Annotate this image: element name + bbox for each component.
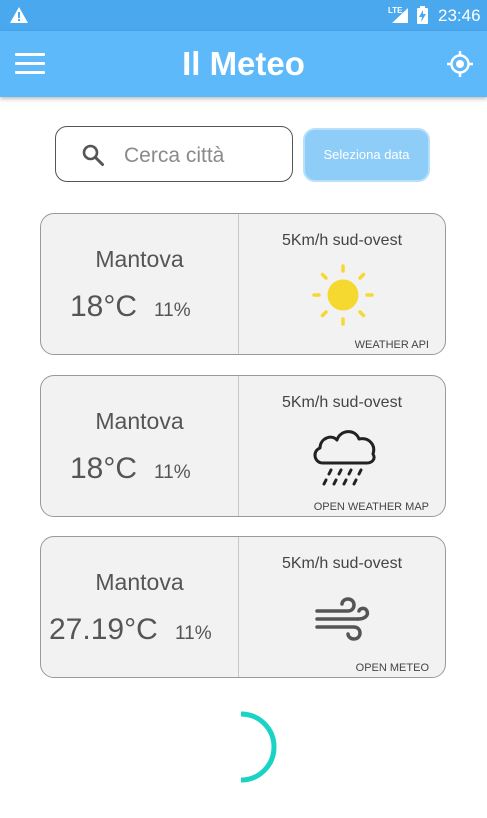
card-wind: 5Km/h sud-ovest	[281, 394, 403, 411]
signal-icon	[392, 8, 408, 23]
card-city: Mantova	[95, 246, 184, 272]
rain-cloud-icon	[313, 430, 376, 486]
card-humidity: 11%	[154, 300, 191, 321]
battery-charging-icon	[417, 6, 428, 24]
select-date-button[interactable]: Seleziona data	[303, 128, 430, 182]
search-icon	[82, 144, 104, 166]
card-humidity: 11%	[175, 623, 212, 644]
search-input[interactable]	[122, 141, 286, 171]
card-temperature: 18°C	[70, 290, 138, 323]
wind-icon	[315, 597, 370, 641]
card-wind: 5Km/h sud-ovest	[281, 555, 403, 572]
weather-card[interactable]: Mantova 18°C 11% 5Km/h sud-ovest OPEN WE…	[40, 375, 446, 517]
card-city: Mantova	[95, 408, 184, 434]
app-bar: Il Meteo	[0, 31, 487, 97]
card-humidity: 11%	[154, 462, 191, 483]
app-title: Il Meteo	[182, 45, 305, 82]
card-source: OPEN METEO	[355, 662, 429, 674]
card-city: Mantova	[95, 569, 184, 595]
warning-icon	[10, 7, 28, 23]
card-temperature: 27.19°C	[49, 613, 158, 646]
status-bar: LTE 23:46	[0, 0, 487, 31]
loading-spinner	[240, 711, 277, 783]
card-temperature: 18°C	[70, 452, 138, 485]
card-wind: 5Km/h sud-ovest	[281, 232, 403, 249]
my-location-icon[interactable]	[446, 50, 474, 78]
card-source: WEATHER API	[354, 339, 429, 351]
sun-icon	[312, 264, 374, 326]
weather-card[interactable]: Mantova 18°C 11% 5Km/h sud-ovest WEATHER…	[40, 213, 446, 355]
status-time: 23:46	[438, 6, 481, 25]
search-field[interactable]	[55, 126, 293, 182]
card-source: OPEN WEATHER MAP	[313, 501, 429, 513]
weather-card[interactable]: Mantova 27.19°C 11% 5Km/h sud-ovest OPEN…	[40, 536, 446, 678]
